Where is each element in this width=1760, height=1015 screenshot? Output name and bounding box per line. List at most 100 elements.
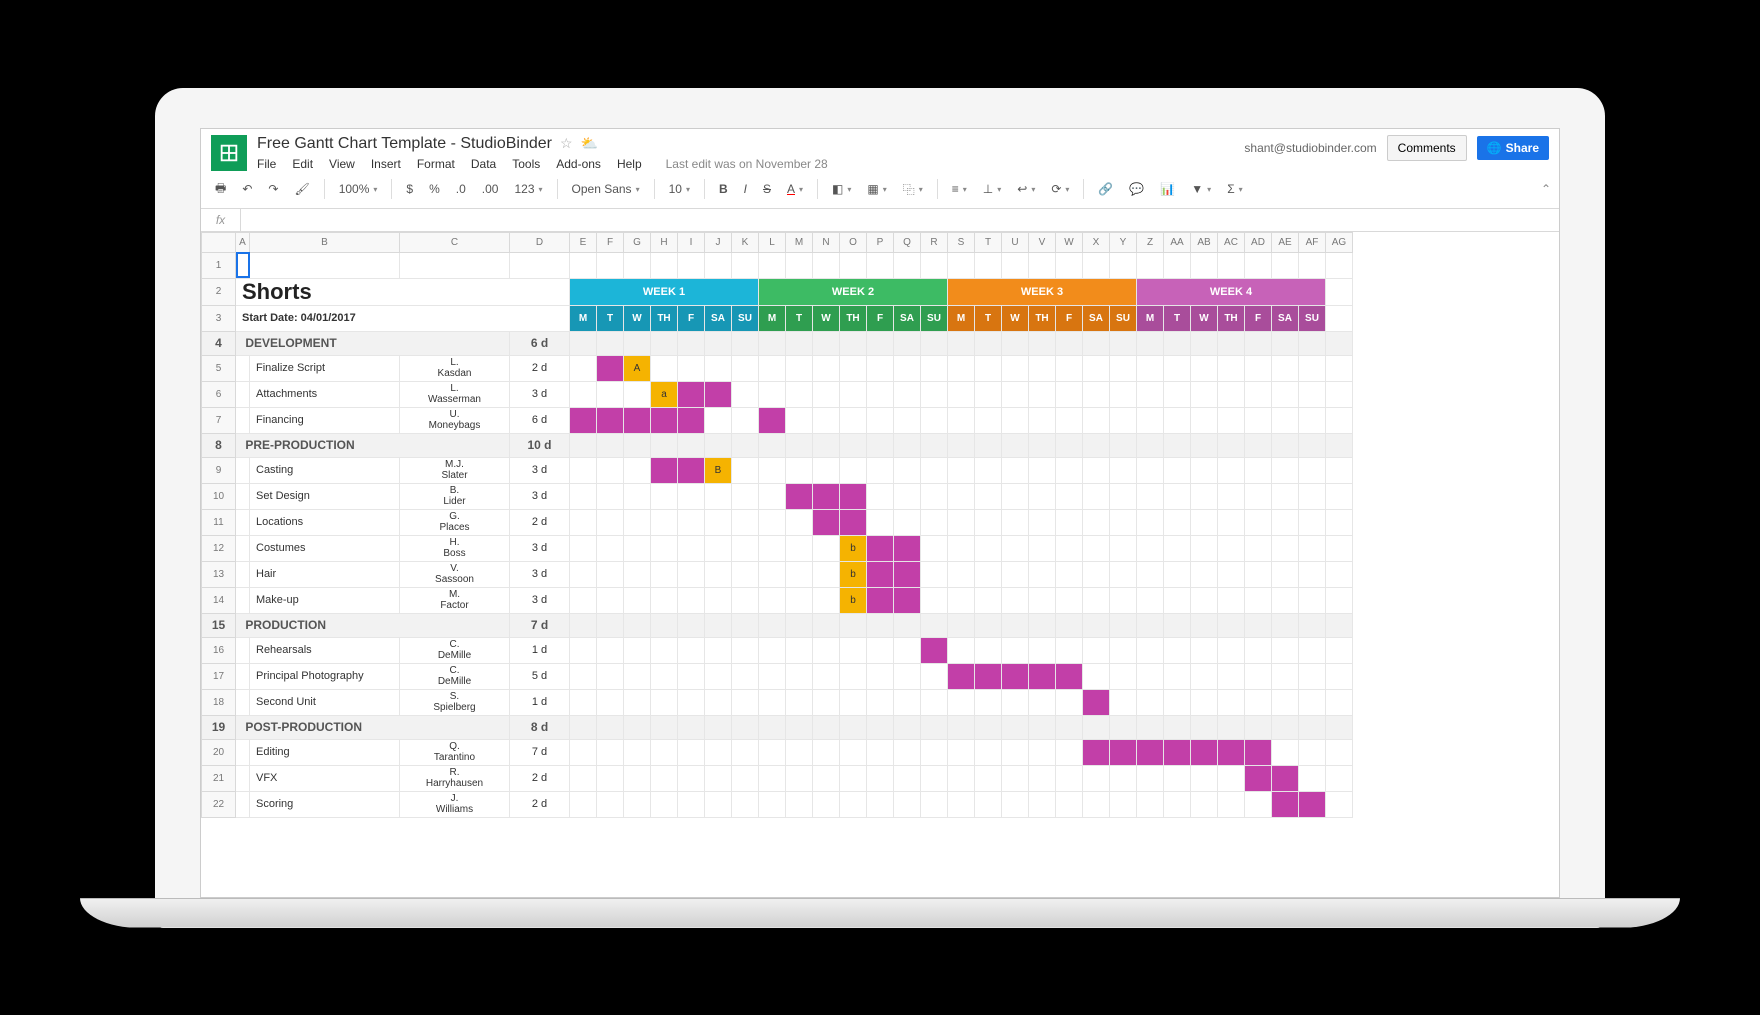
gantt-cell[interactable]	[570, 689, 597, 715]
gantt-cell[interactable]	[1110, 509, 1137, 535]
gantt-cell[interactable]	[705, 561, 732, 587]
rotate-icon[interactable]: ⟳	[1045, 178, 1075, 200]
gantt-cell[interactable]	[624, 715, 651, 739]
gantt-cell[interactable]	[1110, 715, 1137, 739]
gantt-cell[interactable]	[813, 739, 840, 765]
menu-insert[interactable]: Insert	[371, 157, 401, 171]
gantt-cell[interactable]	[1137, 433, 1164, 457]
gantt-cell[interactable]: b	[840, 587, 867, 613]
row-head-13[interactable]: 13	[202, 561, 236, 587]
gantt-cell[interactable]	[894, 587, 921, 613]
section-name[interactable]: PRE-PRODUCTION	[236, 433, 510, 457]
col-head-C[interactable]: C	[400, 232, 510, 252]
task-name[interactable]: Scoring	[250, 791, 400, 817]
task-duration[interactable]: 1 d	[510, 689, 570, 715]
gantt-cell[interactable]	[1002, 663, 1029, 689]
gantt-cell[interactable]	[1164, 355, 1191, 381]
gantt-cell[interactable]	[948, 689, 975, 715]
gantt-cell[interactable]	[1137, 331, 1164, 355]
gantt-cell[interactable]	[597, 331, 624, 355]
gantt-cell[interactable]	[1110, 331, 1137, 355]
gantt-cell[interactable]	[1137, 483, 1164, 509]
gantt-cell[interactable]	[1056, 613, 1083, 637]
gantt-cell[interactable]	[1002, 509, 1029, 535]
gantt-cell[interactable]	[1110, 689, 1137, 715]
gantt-cell[interactable]	[786, 689, 813, 715]
gantt-cell[interactable]	[1002, 689, 1029, 715]
formula-input[interactable]	[241, 209, 1559, 231]
gantt-cell[interactable]	[597, 457, 624, 483]
row-head-1[interactable]: 1	[202, 252, 236, 278]
row-head-5[interactable]: 5	[202, 355, 236, 381]
gantt-cell[interactable]	[786, 509, 813, 535]
gantt-cell[interactable]	[813, 765, 840, 791]
gantt-cell[interactable]	[678, 587, 705, 613]
gantt-cell[interactable]	[1002, 637, 1029, 663]
col-head-G[interactable]: G	[624, 232, 651, 252]
gantt-cell[interactable]	[1272, 689, 1299, 715]
gantt-cell[interactable]	[1110, 561, 1137, 587]
gantt-cell[interactable]	[894, 739, 921, 765]
gantt-cell[interactable]	[705, 637, 732, 663]
gantt-cell[interactable]	[813, 535, 840, 561]
gantt-cell[interactable]	[732, 765, 759, 791]
gantt-cell[interactable]: b	[840, 561, 867, 587]
gantt-cell[interactable]	[597, 689, 624, 715]
gantt-cell[interactable]	[1191, 535, 1218, 561]
gantt-cell[interactable]	[732, 355, 759, 381]
gantt-cell[interactable]	[1299, 483, 1326, 509]
gantt-cell[interactable]	[1218, 407, 1245, 433]
gantt-cell[interactable]	[1110, 433, 1137, 457]
gantt-cell[interactable]	[678, 407, 705, 433]
gantt-cell[interactable]	[1272, 535, 1299, 561]
gantt-cell[interactable]	[1218, 433, 1245, 457]
gantt-cell[interactable]	[1299, 355, 1326, 381]
print-icon[interactable]: 🖶	[209, 175, 232, 204]
gantt-cell[interactable]	[786, 587, 813, 613]
gantt-cell[interactable]	[1029, 407, 1056, 433]
gantt-cell[interactable]	[1272, 765, 1299, 791]
gantt-cell[interactable]	[813, 355, 840, 381]
gantt-cell[interactable]	[1272, 483, 1299, 509]
gantt-cell[interactable]	[1029, 535, 1056, 561]
gantt-cell[interactable]	[948, 613, 975, 637]
gantt-cell[interactable]	[1245, 355, 1272, 381]
row-head-14[interactable]: 14	[202, 587, 236, 613]
gantt-cell[interactable]	[651, 613, 678, 637]
gantt-cell[interactable]	[705, 689, 732, 715]
gantt-cell[interactable]	[705, 613, 732, 637]
gantt-cell[interactable]	[570, 433, 597, 457]
col-head-H[interactable]: H	[651, 232, 678, 252]
gantt-cell[interactable]	[840, 433, 867, 457]
gantt-cell[interactable]	[1299, 561, 1326, 587]
row-head-9[interactable]: 9	[202, 457, 236, 483]
gantt-cell[interactable]	[759, 331, 786, 355]
gantt-cell[interactable]	[786, 715, 813, 739]
star-icon[interactable]: ☆	[560, 135, 573, 152]
row-head-22[interactable]: 22	[202, 791, 236, 817]
gantt-cell[interactable]	[1137, 407, 1164, 433]
gantt-cell[interactable]	[921, 509, 948, 535]
task-name[interactable]: Principal Photography	[250, 663, 400, 689]
gantt-cell[interactable]	[975, 381, 1002, 407]
gantt-cell[interactable]	[732, 663, 759, 689]
gantt-cell[interactable]	[975, 689, 1002, 715]
gantt-cell[interactable]	[1137, 509, 1164, 535]
gantt-cell[interactable]	[624, 483, 651, 509]
gantt-cell[interactable]	[1083, 765, 1110, 791]
gantt-cell[interactable]	[975, 355, 1002, 381]
task-duration[interactable]: 2 d	[510, 355, 570, 381]
move-folder-icon[interactable]: ⛅	[581, 135, 598, 152]
gantt-cell[interactable]	[624, 535, 651, 561]
gantt-cell[interactable]	[1272, 663, 1299, 689]
gantt-cell[interactable]	[1002, 791, 1029, 817]
gantt-cell[interactable]	[894, 355, 921, 381]
gantt-cell[interactable]	[705, 739, 732, 765]
task-owner[interactable]: V.Sassoon	[400, 561, 510, 587]
gantt-cell[interactable]	[651, 535, 678, 561]
gantt-cell[interactable]	[1191, 331, 1218, 355]
gantt-cell[interactable]	[975, 637, 1002, 663]
gantt-cell[interactable]	[1056, 355, 1083, 381]
functions-icon[interactable]: Σ	[1221, 178, 1248, 200]
gantt-cell[interactable]	[624, 457, 651, 483]
